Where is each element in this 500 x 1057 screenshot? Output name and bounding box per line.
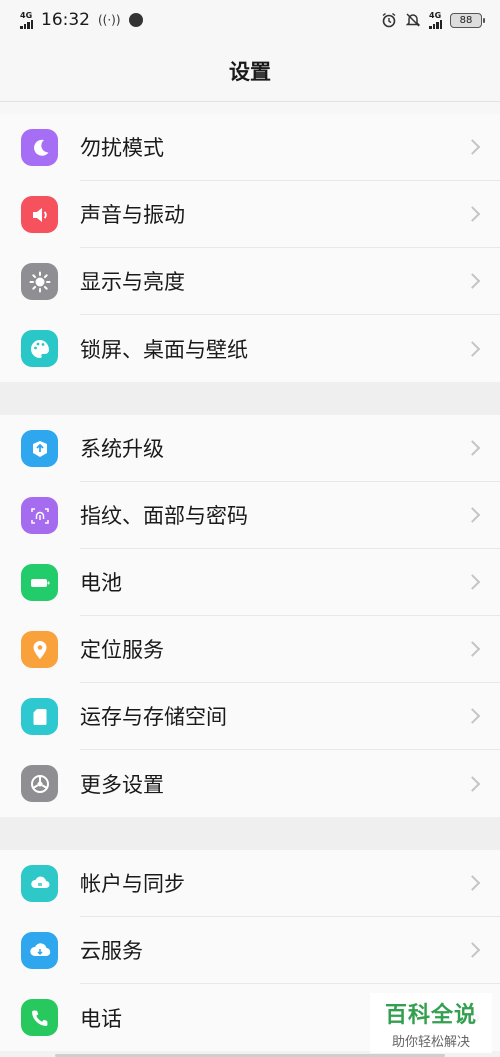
battery-indicator: 88 xyxy=(450,12,485,28)
chevron-right-icon xyxy=(464,942,481,958)
chevron-right-icon xyxy=(464,507,481,523)
group-separator xyxy=(0,817,500,850)
status-time: 16:32 xyxy=(41,10,90,30)
moon-icon xyxy=(21,129,58,166)
chevron-right-icon xyxy=(464,775,481,792)
phone-icon xyxy=(21,999,58,1036)
settings-item-label: 更多设置 xyxy=(80,772,164,797)
settings-group-1: 勿扰模式 声音与振动 显示与亮度 锁屏、桌面与壁纸 xyxy=(0,114,500,382)
settings-item-memory-storage[interactable]: 运存与存储空间 xyxy=(0,683,500,750)
cloud-icon xyxy=(21,932,58,969)
chevron-right-icon xyxy=(464,273,481,289)
settings-item-label: 系统升级 xyxy=(80,437,164,461)
settings-item-label: 电池 xyxy=(80,571,122,595)
status-bar: 4G 16:32 ((·)) 4G 88 xyxy=(0,0,500,40)
settings-item-battery[interactable]: 电池 xyxy=(0,549,500,616)
mute-bell-icon xyxy=(405,13,421,27)
network-type-right: 4G xyxy=(429,10,442,20)
battery-icon xyxy=(21,564,58,601)
sync-icon xyxy=(21,865,58,902)
settings-group-2: 系统升级 指纹、面部与密码 电池 定位服务 运存与存储空间 更多设置 xyxy=(0,415,500,817)
settings-item-cloud-service[interactable]: 云服务 xyxy=(0,917,500,984)
settings-item-account-sync[interactable]: 帐户与同步 xyxy=(0,850,500,917)
settings-item-label: 锁屏、桌面与壁纸 xyxy=(80,337,248,362)
settings-item-location-service[interactable]: 定位服务 xyxy=(0,616,500,683)
settings-item-lockscreen-wallpaper[interactable]: 锁屏、桌面与壁纸 xyxy=(0,315,500,382)
chevron-right-icon xyxy=(464,641,481,657)
watermark-main-text: 百科全说 xyxy=(384,1002,477,1028)
chevron-right-icon xyxy=(464,206,481,222)
settings-item-system-upgrade[interactable]: 系统升级 xyxy=(0,415,500,482)
page-title-text: 设置 xyxy=(229,59,271,84)
settings-item-more-settings[interactable]: 更多设置 xyxy=(0,750,500,817)
group-separator xyxy=(0,382,500,415)
watermark-sub-text: 助你轻松解决 xyxy=(391,1034,470,1050)
alarm-icon xyxy=(382,12,396,28)
settings-item-label: 电话 xyxy=(80,1006,122,1031)
speaker-icon xyxy=(21,196,58,233)
settings-item-label: 指纹、面部与密码 xyxy=(80,504,248,528)
chevron-right-icon xyxy=(464,574,481,590)
settings-item-display-brightness[interactable]: 显示与亮度 xyxy=(0,248,500,315)
hotspot-icon: ((·)) xyxy=(98,13,121,27)
settings-item-label: 帐户与同步 xyxy=(80,872,185,896)
signal-wifi-icon: 4G xyxy=(429,10,442,29)
chevron-right-icon xyxy=(464,875,481,891)
settings-item-label: 显示与亮度 xyxy=(80,270,185,294)
settings-item-label: 云服务 xyxy=(80,939,143,963)
chevron-right-icon xyxy=(464,708,481,724)
battery-level: 88 xyxy=(459,14,473,26)
settings-item-fingerprint-face-password[interactable]: 指纹、面部与密码 xyxy=(0,482,500,549)
settings-item-label: 运存与存储空间 xyxy=(80,705,227,729)
settings-item-label: 定位服务 xyxy=(80,638,164,662)
settings-item-sound-vibration[interactable]: 声音与振动 xyxy=(0,181,500,248)
chevron-right-icon xyxy=(464,139,481,155)
watermark-logo: 百科全说 助你轻松解决 xyxy=(370,993,492,1053)
fingerprint-icon xyxy=(21,497,58,534)
sun-icon xyxy=(21,263,58,300)
settings-item-do-not-disturb[interactable]: 勿扰模式 xyxy=(0,114,500,181)
network-type-left: 4G xyxy=(20,10,33,20)
signal-icon: 4G xyxy=(20,10,33,29)
gear-icon xyxy=(21,765,58,802)
app-notification-icon xyxy=(128,13,143,27)
settings-item-label: 声音与振动 xyxy=(80,203,185,227)
chevron-right-icon xyxy=(464,340,481,357)
location-pin-icon xyxy=(21,631,58,668)
settings-item-label: 勿扰模式 xyxy=(80,136,164,160)
upgrade-icon xyxy=(21,430,58,467)
page-title: 设置 xyxy=(0,40,500,102)
sd-card-icon xyxy=(21,698,58,735)
top-spacer xyxy=(0,102,500,114)
chevron-right-icon xyxy=(464,440,481,456)
palette-icon xyxy=(21,330,58,367)
